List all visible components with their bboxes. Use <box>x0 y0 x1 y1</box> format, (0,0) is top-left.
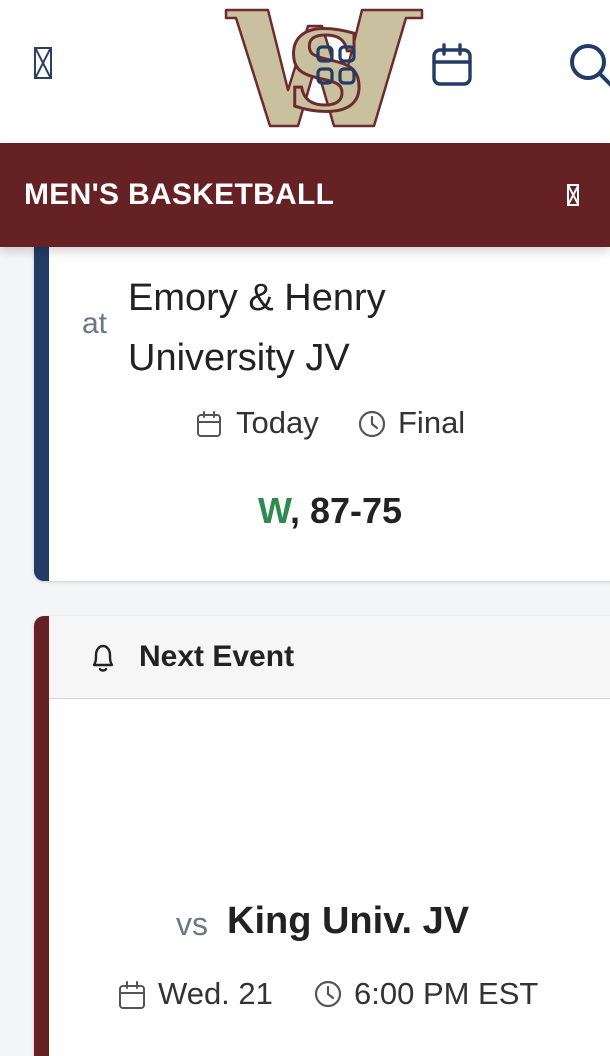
opponent-line-1: Emory & Henry <box>128 277 386 319</box>
menu-icon[interactable] <box>34 47 52 79</box>
result-score: , 87-75 <box>289 490 403 531</box>
clock-icon <box>314 980 342 1008</box>
event-prefix: at <box>82 307 108 340</box>
calendar-icon <box>119 981 145 1009</box>
calendar-icon[interactable] <box>430 42 474 88</box>
search-icon[interactable] <box>566 40 610 90</box>
clock-icon <box>358 410 386 438</box>
event-status: Final <box>398 405 466 440</box>
next-event-header <box>49 616 610 699</box>
calendar-icon <box>197 411 221 437</box>
opponent-name[interactable]: King Univ. JV <box>227 900 469 943</box>
next-event-heading: Next Event <box>139 640 295 673</box>
event-date: Today <box>236 405 319 440</box>
event-prefix: vs <box>176 906 208 942</box>
opponent-line-2: University JV <box>128 337 350 379</box>
opponent-name[interactable]: Emory & Henry University JV <box>128 268 386 388</box>
apps-icon[interactable] <box>314 44 358 88</box>
sport-menu-toggle-icon[interactable] <box>567 184 579 206</box>
site-header: S <box>0 0 610 143</box>
event-result: W, 87-75 <box>0 490 610 532</box>
sport-title: MEN'S BASKETBALL <box>24 178 335 211</box>
sport-bar: MEN'S BASKETBALL <box>0 143 610 247</box>
event-time: 6:00 PM EST <box>354 976 539 1011</box>
event-date: Wed. 21 <box>158 976 273 1011</box>
result-letter: W <box>257 490 290 531</box>
bell-icon <box>92 644 114 672</box>
